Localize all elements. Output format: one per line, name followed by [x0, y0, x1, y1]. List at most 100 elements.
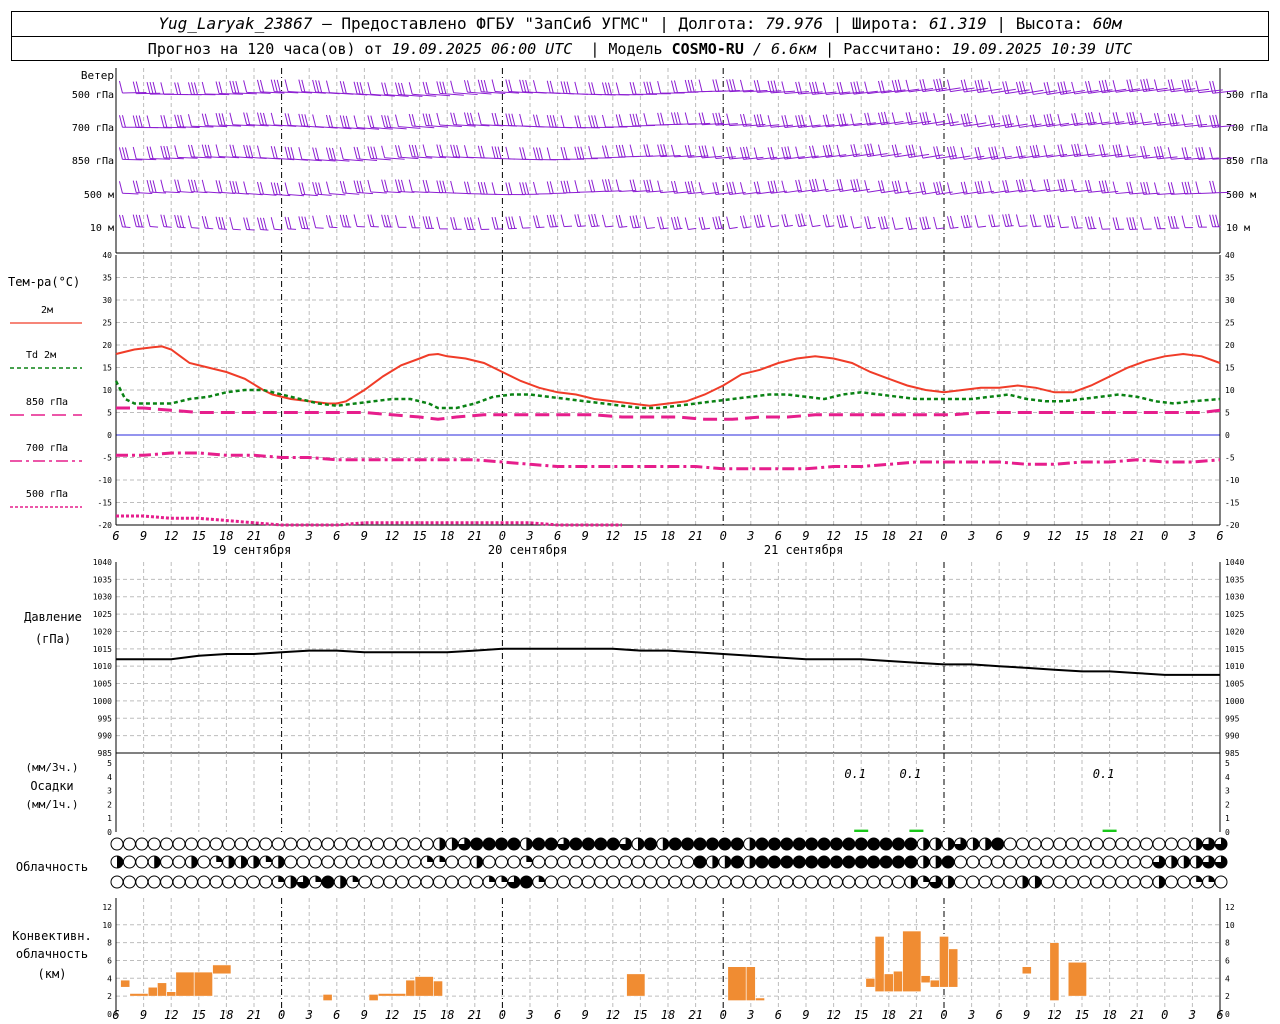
wind-barb-flag	[588, 214, 593, 227]
wind-barb-flag	[663, 144, 668, 157]
wind-barb-flag	[798, 213, 803, 227]
cloud-symbol	[1065, 875, 1079, 889]
wind-barb-flag	[939, 181, 944, 194]
conv-ytick-right: 12	[1225, 903, 1235, 912]
temp-ytick-left: 0	[107, 431, 112, 440]
wind-barb-shaft	[743, 226, 752, 229]
pressure-ytick-left: 1035	[93, 575, 112, 584]
temp-xtick: 15	[1075, 529, 1089, 543]
wind-barb-shaft	[150, 191, 167, 194]
wind-barb-flag	[801, 213, 806, 226]
cloud-symbol	[681, 855, 695, 869]
wind-barb-flag	[422, 216, 427, 229]
wind-barb-flag	[811, 145, 816, 158]
cloud-symbol	[991, 855, 1005, 869]
cloud-symbol	[606, 837, 620, 851]
wind-barb-flag	[174, 214, 179, 228]
wind-barb-flag	[1049, 214, 1054, 227]
cloud-symbol-fill	[923, 876, 930, 882]
cloud-symbol	[482, 837, 496, 851]
wind-barb-flag	[795, 214, 800, 227]
wind-barb-flag	[1087, 216, 1092, 229]
wind-barb-flag	[591, 214, 596, 227]
cloud-symbol	[780, 855, 794, 869]
wind-barb-flag	[877, 180, 882, 193]
legend-label: 2м	[41, 305, 53, 316]
wind-barb-flag	[259, 182, 264, 195]
wind-barb-flag	[676, 112, 681, 125]
wind-barb-flag	[328, 115, 333, 128]
temp-xtick: 0	[1161, 529, 1168, 543]
wind-barb-flag	[795, 146, 800, 159]
wind-barb-flag	[276, 79, 281, 93]
conv-xtick: 15	[192, 1008, 206, 1022]
cloud-symbol-fill	[749, 856, 756, 868]
wind-barb-flag	[328, 147, 333, 160]
conv-xtick: 9	[1023, 1008, 1030, 1022]
wind-barb-flag	[643, 144, 648, 157]
wind-barb-shaft	[812, 224, 821, 228]
conv-bar	[157, 982, 167, 997]
cloud-symbol	[767, 855, 781, 869]
wind-barb-flag	[1184, 181, 1189, 194]
cloud-symbol	[507, 837, 521, 851]
wind-barb-flag	[560, 81, 565, 94]
wind-barb-flag	[1215, 214, 1220, 227]
wind-barb-flag	[177, 114, 182, 127]
wind-barb-flag	[657, 81, 662, 94]
wind-barb-flag	[842, 113, 847, 126]
wind-barb-flag	[1112, 217, 1117, 230]
wind-barb-flag	[221, 113, 226, 126]
wind-barb-flag	[494, 146, 499, 159]
temp-xtick: 6	[775, 529, 782, 543]
wind-barb-flag	[739, 182, 744, 195]
temp-xtick: 12	[164, 529, 178, 543]
wind-barb-flag	[298, 182, 303, 195]
wind-barb-flag	[643, 81, 648, 94]
wind-barb-flag	[290, 147, 295, 160]
precip-bar	[909, 829, 924, 832]
temp-xtick: 9	[802, 529, 809, 543]
precip-ytick-left: 2	[107, 800, 112, 809]
cloud-symbol	[767, 875, 781, 889]
pressure-ytick-left: 1020	[93, 627, 112, 636]
wind-barb-flag	[1090, 216, 1095, 229]
cloud-symbol	[296, 855, 310, 869]
wind-barb-flag	[262, 112, 267, 126]
conv-xtick: 6	[112, 1008, 119, 1022]
wind-barb-flag	[718, 112, 723, 125]
temp-xtick: 21	[247, 529, 261, 543]
temp-ytick-left: 35	[102, 274, 112, 283]
cloud-symbol	[321, 855, 335, 869]
wind-barb-shaft	[770, 225, 780, 228]
wind-barb-flag	[187, 82, 192, 95]
wind-barb-flag	[946, 113, 951, 126]
cloud-symbol	[1177, 875, 1191, 889]
conv-bar	[865, 978, 876, 988]
wind-barb-flag	[908, 216, 913, 230]
cloud-symbol	[767, 837, 781, 851]
wind-barb-flag	[607, 179, 612, 192]
cloud-symbol	[755, 855, 769, 869]
wind-barb-flag	[273, 79, 278, 92]
wind-level-left-4: 10 м	[90, 223, 114, 234]
day-label: 21 сентября	[764, 543, 843, 557]
temp-ytick-left: -15	[98, 499, 113, 508]
cloud-symbol	[904, 855, 918, 869]
wind-barb-flag	[864, 81, 869, 94]
wind-barb-flag	[684, 79, 689, 93]
cloud-symbol	[581, 837, 595, 851]
wind-barb-flag	[276, 182, 281, 195]
wind-barb-shaft	[219, 228, 228, 230]
wind-barb-flag	[436, 112, 441, 126]
wind-barb-flag	[1005, 81, 1010, 94]
wind-barb-flag	[411, 144, 416, 158]
wind-barb-flag	[1209, 180, 1214, 194]
wind-barb-flag	[221, 217, 226, 230]
cloud-symbol	[656, 855, 670, 869]
wind-barb-flag	[974, 215, 979, 228]
cloud-symbol	[805, 855, 819, 869]
wind-barb-flag	[229, 144, 234, 157]
precip-ytick-left: 0	[107, 828, 112, 837]
cloud-symbol-fill	[923, 838, 930, 850]
